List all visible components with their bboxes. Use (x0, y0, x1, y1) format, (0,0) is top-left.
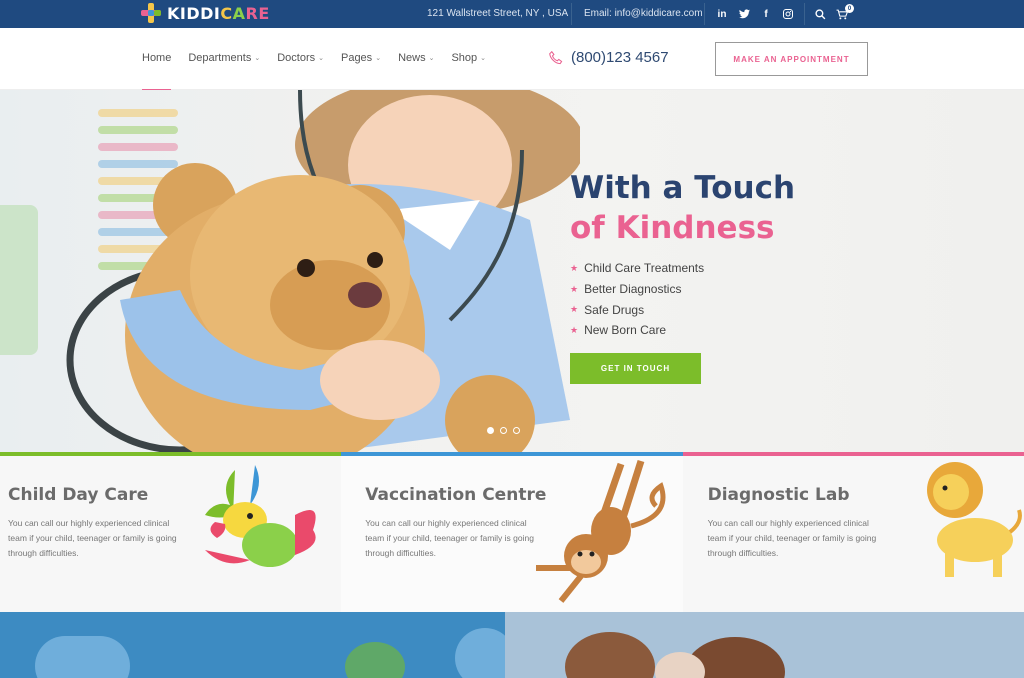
service-title: Child Day Care (8, 485, 149, 505)
twitter-icon[interactable] (733, 5, 755, 23)
social-icons: in f 0 (711, 3, 854, 25)
chevron-down-icon: ⌄ (375, 55, 382, 62)
chevron-down-icon: ⌄ (480, 55, 487, 62)
cart-icon[interactable]: 0 (831, 4, 854, 23)
service-card-diagnostic-lab[interactable]: Diagnostic Lab You can call our highly e… (682, 452, 1024, 612)
slide-dot-2[interactable] (500, 427, 507, 434)
chevron-down-icon: ⌄ (318, 55, 324, 62)
logo-text: KIDDICARE (167, 3, 270, 23)
nav-item-news[interactable]: News ⌄ (398, 52, 434, 64)
list-item: ★ New Born Care (570, 323, 667, 338)
top-bar: KIDDICARE 121 Wallstreet Street, NY , US… (0, 0, 1024, 28)
phone-icon (549, 50, 563, 65)
nav-item-doctors[interactable]: Doctors ⌄ (277, 52, 324, 64)
logo[interactable]: KIDDICARE (141, 3, 270, 23)
service-description: You can call our highly experienced clin… (8, 518, 177, 558)
instagram-icon[interactable] (777, 5, 799, 23)
nav-item-home[interactable]: Home (142, 52, 172, 91)
star-icon: ★ (570, 304, 579, 315)
slide-dot-1[interactable] (487, 427, 494, 434)
nav-item-label: Departments (188, 52, 252, 64)
nav-item-label: News (398, 52, 426, 64)
star-icon: ★ (570, 262, 579, 273)
star-icon: ★ (570, 324, 579, 335)
nav-item-label: Home (142, 52, 172, 64)
cross-logo-icon (141, 3, 161, 23)
service-title: Vaccination Centre (365, 485, 547, 505)
linkedin-icon[interactable]: in (711, 5, 733, 23)
get-in-touch-button[interactable]: GET IN TOUCH (570, 353, 701, 384)
facebook-icon[interactable]: f (755, 5, 777, 23)
chevron-down-icon: ⌄ (254, 55, 261, 62)
nav-item-label: Doctors (277, 52, 316, 64)
main-navigation: Home Departments ⌄ Doctors ⌄ Pages ⌄ News ⌄ … (0, 28, 1024, 91)
cart-count-badge: 0 (845, 4, 854, 13)
email-label: Email: (584, 8, 615, 19)
divider (571, 3, 572, 25)
email-text[interactable]: Email: info@kiddicare.com (584, 8, 703, 19)
phone-number[interactable]: (800)123 4567 (549, 49, 669, 66)
service-description: You can call our highly experienced clin… (707, 518, 877, 558)
address-text: 121 Wallstreet Street, NY , USA (427, 8, 569, 19)
list-item: ★ Safe Drugs (570, 302, 645, 317)
nav-item-label: Shop (451, 52, 478, 64)
list-item: ★ Better Diagnostics (570, 282, 682, 297)
child-with-teddy-bear-photo (66, 90, 580, 452)
card-accent-bar (0, 452, 342, 456)
photo-panel (505, 612, 1024, 678)
slider-pagination (487, 427, 520, 434)
slide-dot-3[interactable] (513, 427, 520, 434)
services-section: Child Day Care You can call our highly e… (0, 452, 1024, 612)
hero-slider: With a Touch of Kindness ★ Child Care Tre… (0, 90, 1024, 452)
make-appointment-button[interactable]: MAKE AN APPOINTMENT (715, 42, 868, 76)
bottom-banner (0, 612, 1024, 678)
parrot-icon (205, 465, 316, 567)
card-accent-bar (682, 452, 1024, 456)
hero-title-line-1: With a Touch (570, 170, 796, 206)
service-card-child-day-care[interactable]: Child Day Care You can call our highly e… (0, 452, 342, 612)
chevron-down-icon: ⌄ (428, 55, 435, 62)
divider (799, 3, 809, 25)
star-icon: ★ (570, 283, 579, 294)
service-description: You can call our highly experienced clin… (365, 518, 534, 558)
email-link[interactable]: info@kiddicare.com (615, 8, 703, 19)
phone-text: (800)123 4567 (571, 49, 669, 66)
nav-menu: Home Departments ⌄ Doctors ⌄ Pages ⌄ News ⌄ … (142, 52, 503, 91)
background-toy-block (0, 205, 38, 355)
illustration-panel (0, 612, 505, 678)
service-card-vaccination-centre[interactable]: Vaccination Centre You can call our high… (341, 452, 683, 612)
monkey-icon (536, 459, 666, 603)
list-item: ★ Child Care Treatments (570, 261, 705, 276)
lion-icon (926, 462, 1022, 577)
hero-feature-list: ★ Child Care Treatments ★ Better Diagnosti… (570, 258, 704, 341)
nav-item-label: Pages (340, 52, 373, 64)
nav-item-departments[interactable]: Departments ⌄ (188, 52, 260, 64)
nav-item-shop[interactable]: Shop ⌄ (451, 52, 486, 64)
divider (704, 3, 705, 25)
search-icon[interactable] (809, 5, 831, 23)
service-title: Diagnostic Lab (707, 485, 850, 505)
nav-item-pages[interactable]: Pages ⌄ (341, 52, 381, 64)
hero-title-line-2: of Kindness (570, 210, 775, 246)
